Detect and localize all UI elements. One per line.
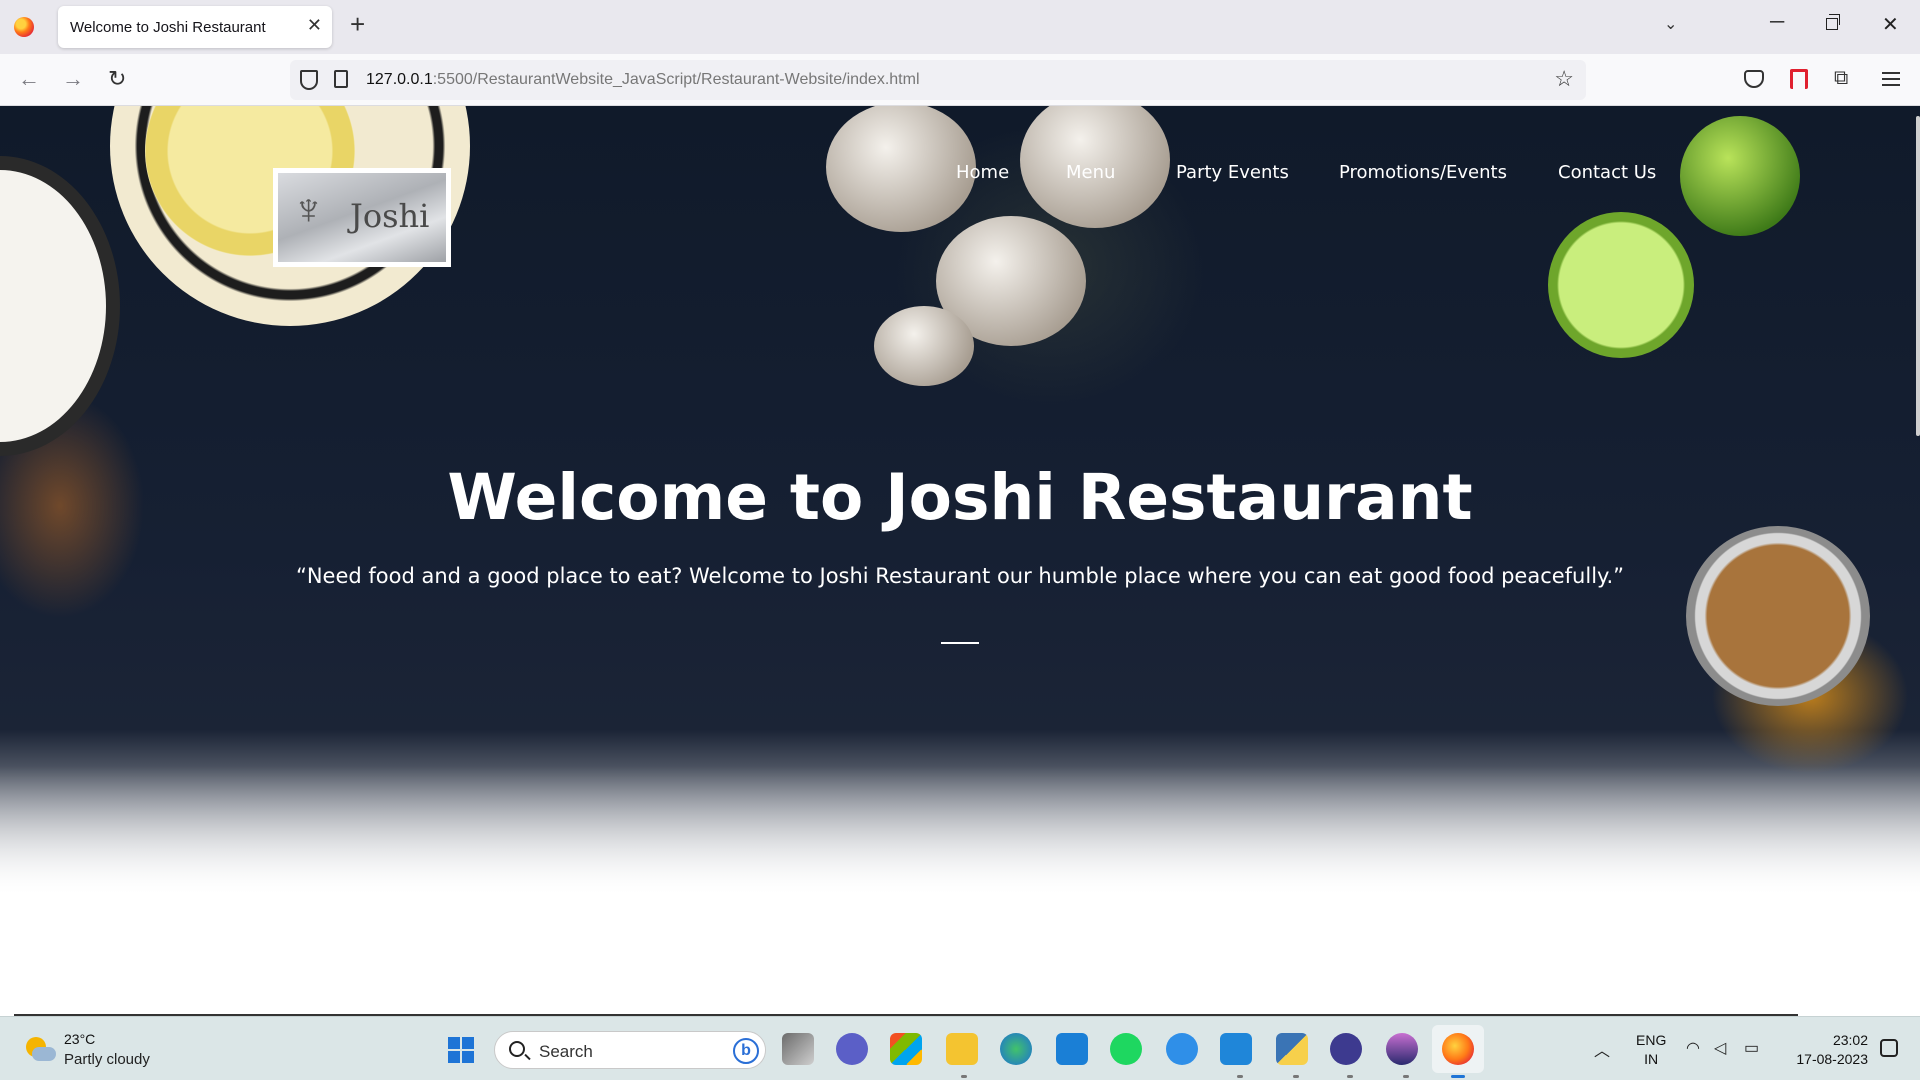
python-icon[interactable] (1276, 1033, 1308, 1065)
nav-promotions-events[interactable]: Promotions/Events (1339, 162, 1507, 183)
windows-start-icon[interactable] (448, 1037, 474, 1063)
extension-badge-icon[interactable] (1790, 69, 1808, 89)
hamburger-menu-icon[interactable] (1882, 72, 1900, 86)
tray-chevron-up-icon[interactable]: ︿ (1594, 1037, 1610, 1061)
logo-text: Joshi (350, 197, 430, 235)
weather-condition[interactable]: Partly cloudy (64, 1051, 150, 1068)
url-text[interactable]: 127.0.0.1:5500/RestaurantWebsite_JavaScr… (366, 71, 920, 89)
bing-icon[interactable]: b (733, 1038, 759, 1064)
microsoft-store-icon[interactable] (890, 1033, 922, 1065)
system-clock[interactable]: 23:02 17-08-2023 (1788, 1031, 1868, 1069)
hero-fade (0, 766, 1920, 926)
page-icon[interactable] (334, 70, 348, 88)
address-bar[interactable]: 127.0.0.1:5500/RestaurantWebsite_JavaScr… (290, 60, 1586, 100)
minimize-icon[interactable]: ─ (1770, 11, 1784, 34)
search-label: Search (539, 1042, 593, 1061)
media-player-icon[interactable] (1386, 1033, 1418, 1065)
lime-slice-image (1548, 212, 1694, 358)
page-viewport: ♆ Joshi Home Menu Party Events Promotion… (0, 106, 1920, 1016)
shield-icon[interactable] (300, 70, 318, 90)
back-arrow-icon[interactable]: ← (18, 68, 40, 90)
browser-tab-bar: Welcome to Joshi Restaurant ✕ + ⌄ ─ ✕ (0, 0, 1920, 54)
nav-party-events[interactable]: Party Events (1176, 162, 1289, 183)
active-indicator (1451, 1075, 1465, 1078)
new-tab-button[interactable]: + (350, 11, 365, 37)
firefox-logo-icon (14, 17, 34, 37)
nav-menu[interactable]: Menu (1066, 162, 1115, 183)
lime-image (1680, 116, 1800, 236)
weather-temperature[interactable]: 23°C (64, 1031, 95, 1047)
edge-icon[interactable] (1000, 1033, 1032, 1065)
close-window-icon[interactable]: ✕ (1882, 12, 1899, 37)
teams-chat-icon[interactable] (836, 1033, 868, 1065)
vscode-icon[interactable] (1220, 1033, 1252, 1065)
file-explorer-icon[interactable] (946, 1033, 978, 1065)
reload-icon[interactable]: ↻ (108, 68, 126, 90)
hero-divider (941, 642, 979, 644)
help-icon[interactable] (1166, 1033, 1198, 1065)
myhp-icon[interactable] (1056, 1033, 1088, 1065)
copilot-icon[interactable] (1330, 1033, 1362, 1065)
cookie-image (874, 306, 974, 386)
cookie-image (826, 106, 976, 232)
site-logo[interactable]: ♆ Joshi (273, 168, 451, 267)
running-indicator (1237, 1075, 1243, 1078)
url-host: 127.0.0.1 (366, 71, 433, 88)
extensions-puzzle-icon[interactable]: ⧉ (1834, 68, 1848, 88)
url-path: :5500/RestaurantWebsite_JavaScript/Resta… (432, 71, 920, 88)
tab-list-chevron-icon[interactable]: ⌄ (1664, 14, 1677, 34)
nav-contact-us[interactable]: Contact Us (1558, 162, 1656, 183)
running-indicator (961, 1075, 967, 1078)
notification-icon[interactable] (1880, 1039, 1898, 1057)
bookmark-star-icon[interactable]: ☆ (1554, 66, 1574, 92)
weather-partly-cloudy-icon[interactable] (26, 1037, 56, 1063)
hero-title: Welcome to Joshi Restaurant (447, 461, 1473, 534)
taskbar: 23°C Partly cloudy Search b ︿ ENG IN ◠ ◁… (0, 1016, 1920, 1080)
browser-nav-bar: ← → ↻ 127.0.0.1:5500/RestaurantWebsite_J… (0, 54, 1920, 106)
scrollbar[interactable] (1916, 116, 1920, 436)
wifi-icon[interactable]: ◠ (1686, 1038, 1700, 1058)
clock-time: 23:02 (1832, 1032, 1868, 1048)
browser-tab[interactable]: Welcome to Joshi Restaurant ✕ (58, 6, 332, 48)
language-indicator[interactable]: ENG IN (1636, 1031, 1666, 1069)
tab-title: Welcome to Joshi Restaurant (70, 19, 266, 36)
jar-image (0, 156, 120, 456)
volume-icon[interactable]: ◁ (1714, 1038, 1726, 1058)
ganesha-logo-icon: ♆ (292, 185, 325, 234)
hero-subtitle: “Need food and a good place to eat? Welc… (295, 564, 1625, 588)
spotify-icon[interactable] (1110, 1033, 1142, 1065)
search-icon (509, 1041, 525, 1057)
close-tab-icon[interactable]: ✕ (307, 15, 322, 36)
language: ENG (1636, 1032, 1667, 1048)
task-view-icon[interactable] (782, 1033, 814, 1065)
running-indicator (1403, 1075, 1409, 1078)
region: IN (1644, 1051, 1659, 1067)
firefox-icon[interactable] (1442, 1033, 1474, 1065)
restore-window-icon[interactable] (1826, 14, 1840, 30)
nav-home[interactable]: Home (956, 162, 1009, 183)
pocket-icon[interactable] (1744, 70, 1764, 88)
cloud-icon (32, 1047, 56, 1061)
clock-date: 17-08-2023 (1796, 1051, 1868, 1067)
spice-strainer-image (1686, 526, 1870, 706)
running-indicator (1293, 1075, 1299, 1078)
battery-icon[interactable]: ▭ (1744, 1038, 1759, 1058)
forward-arrow-icon[interactable]: → (62, 68, 84, 90)
running-indicator (1347, 1075, 1353, 1078)
taskbar-search[interactable]: Search b (494, 1031, 766, 1069)
